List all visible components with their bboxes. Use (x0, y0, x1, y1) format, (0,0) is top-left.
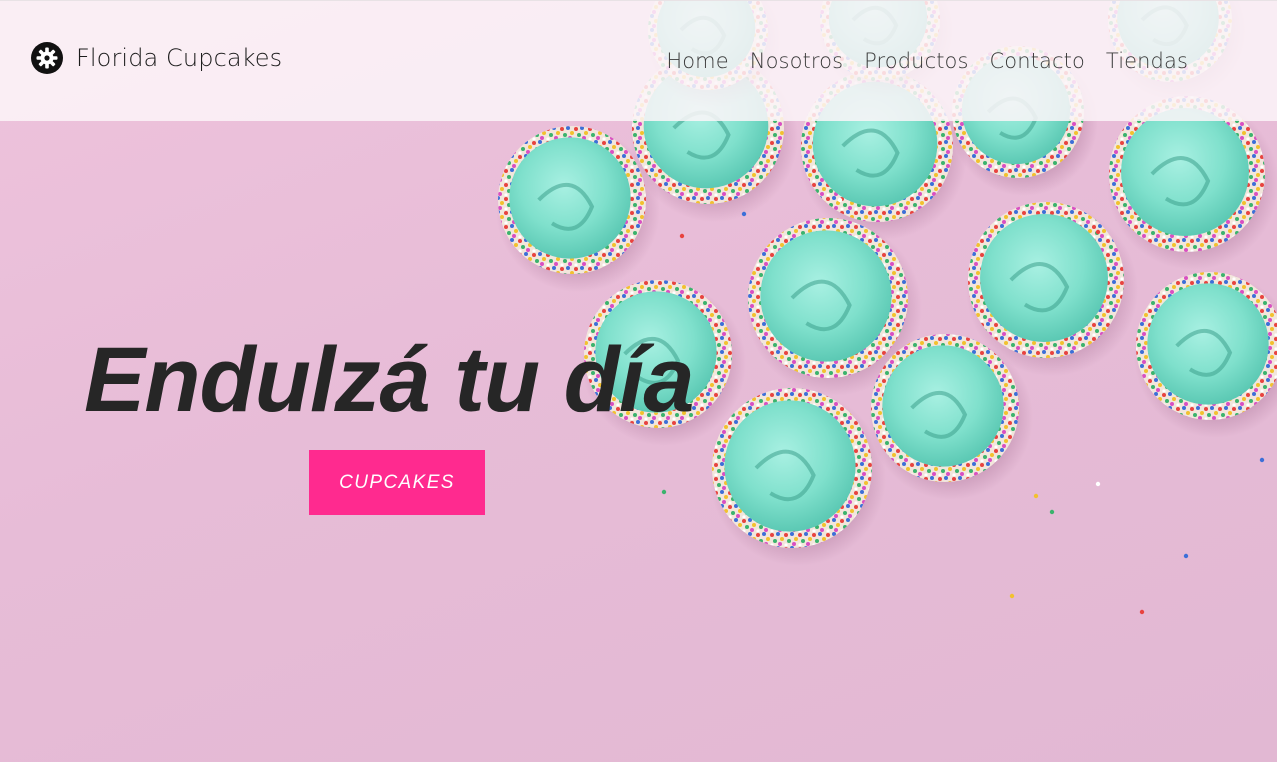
hero-section: Florida Cupcakes Home Nosotros Productos… (0, 0, 1277, 762)
top-navbar: Florida Cupcakes Home Nosotros Productos… (0, 0, 1277, 121)
cupcake-gear-icon (31, 42, 63, 74)
nav-link-nosotros[interactable]: Nosotros (750, 49, 843, 73)
nav-link-tiendas[interactable]: Tiendas (1106, 49, 1188, 73)
brand-logo-link[interactable]: Florida Cupcakes (30, 41, 282, 75)
brand-name: Florida Cupcakes (76, 44, 283, 72)
cupcakes-cta-button[interactable]: CUPCAKES (309, 450, 485, 515)
hero-headline: Endulzá tu día (84, 329, 695, 431)
main-nav: Home Nosotros Productos Contacto Tiendas (666, 49, 1188, 73)
nav-link-home[interactable]: Home (666, 49, 728, 73)
nav-link-productos[interactable]: Productos (864, 49, 968, 73)
nav-link-contacto[interactable]: Contacto (990, 49, 1085, 73)
